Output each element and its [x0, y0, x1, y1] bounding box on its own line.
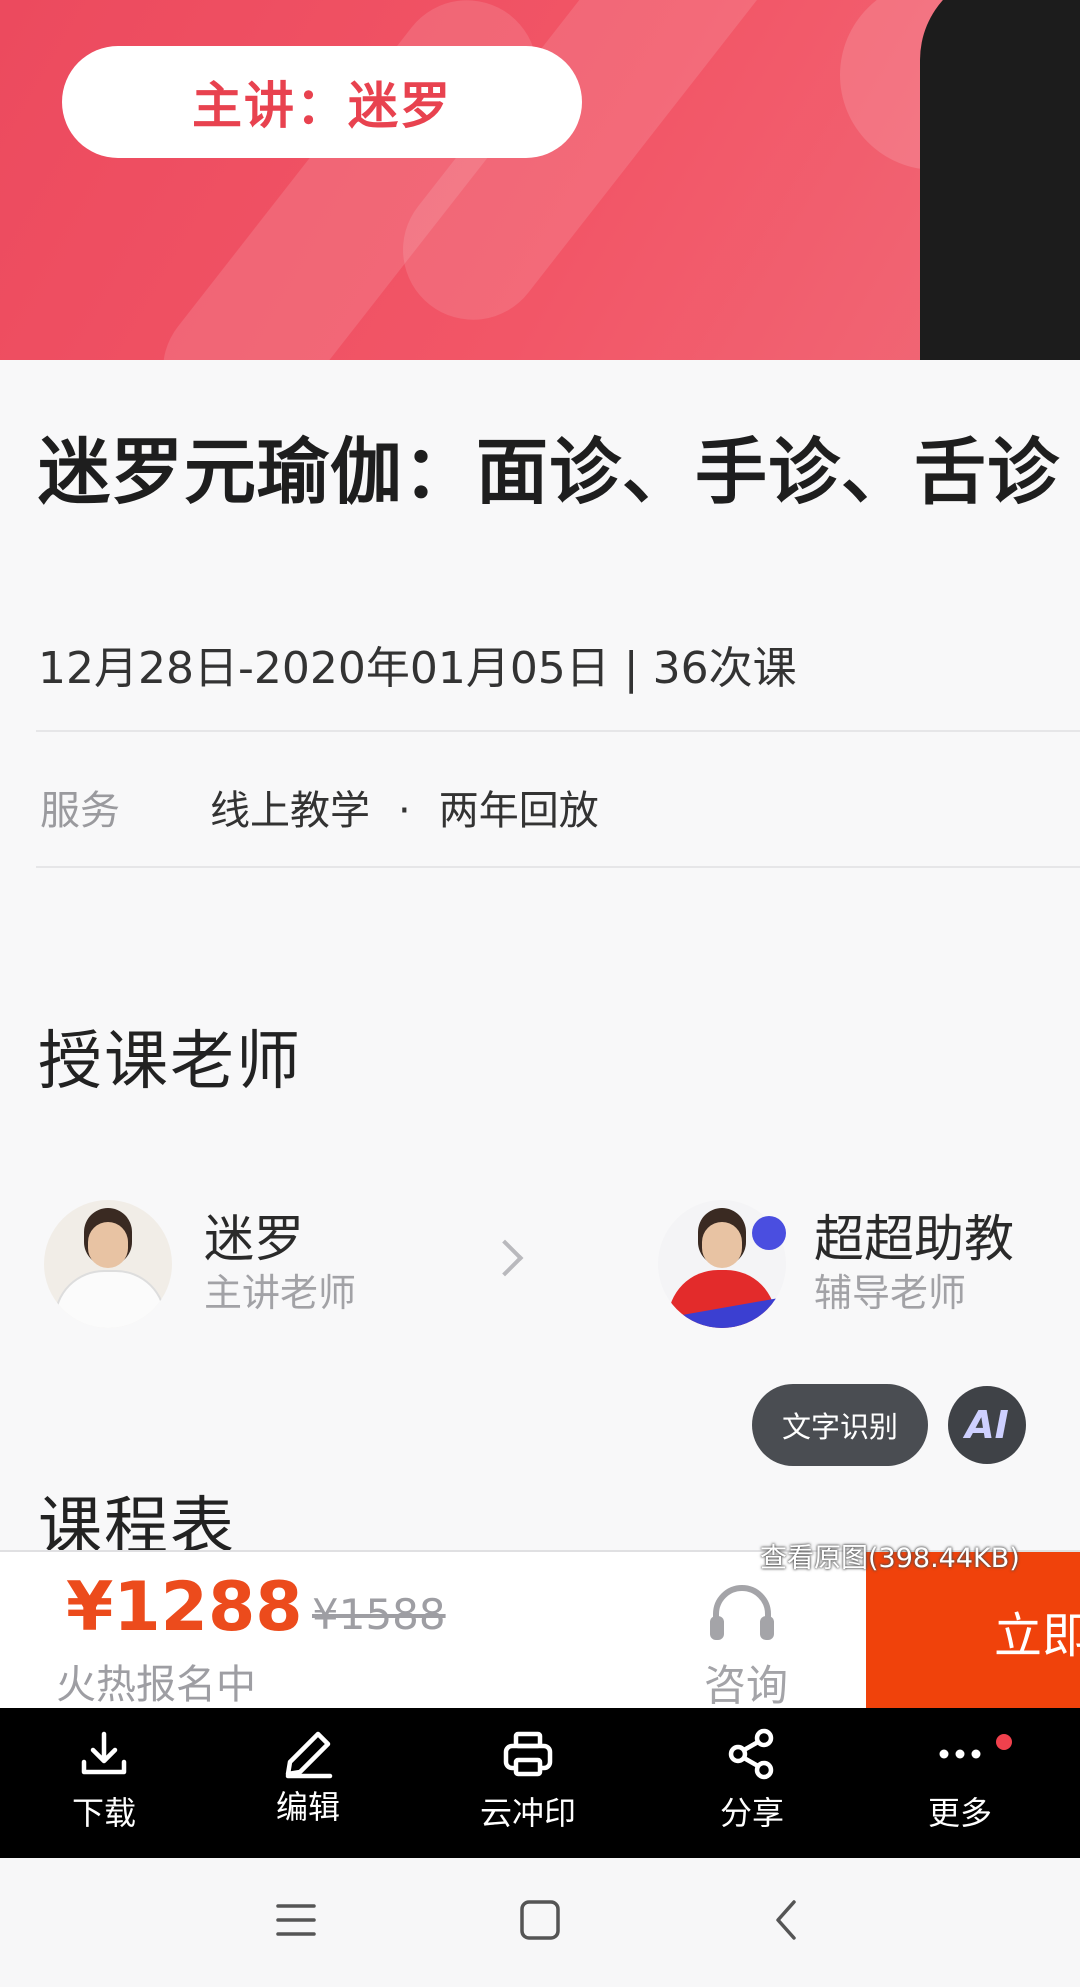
system-nav-bar: [0, 1858, 1080, 1987]
image-toolbar: 下载 编辑 云冲印 分享 更多: [0, 1708, 1080, 1858]
teacher-info: 迷罗 主讲老师: [204, 1210, 356, 1318]
course-banner: 主讲：迷罗: [0, 0, 1080, 360]
toolbar-label: 云冲印: [479, 1794, 576, 1832]
share-icon: [728, 1728, 774, 1780]
printer-icon: [503, 1731, 553, 1777]
headset-icon[interactable]: [706, 1584, 778, 1644]
service-item: 线上教学: [210, 788, 370, 834]
enroll-button[interactable]: 立即: [866, 1552, 1080, 1710]
current-price: ¥1288: [66, 1568, 303, 1647]
toolbar-label: 编辑: [275, 1788, 340, 1826]
menu-icon[interactable]: [274, 1898, 318, 1942]
teacher-role: 主讲老师: [204, 1271, 357, 1315]
separator-dot: ·: [398, 788, 411, 834]
service-list: 线上教学 · 两年回放: [210, 778, 599, 836]
avatar-face: [88, 1222, 128, 1268]
teacher-name: 迷罗: [204, 1210, 304, 1268]
course-dates: 12月28日-2020年01月05日 | 36次课: [38, 643, 797, 694]
divider: [36, 866, 1080, 868]
speaker-badge: 主讲：迷罗: [62, 46, 582, 158]
avatar-status-dot: [752, 1216, 786, 1250]
course-title: 迷罗元瑜伽：面诊、手诊、舌诊: [38, 430, 1061, 514]
teacher-card-assistant[interactable]: 超超助教 辅导老师: [658, 1200, 1014, 1328]
enrollment-status: 火热报名中: [56, 1662, 256, 1708]
share-button[interactable]: 分享: [672, 1726, 832, 1846]
toolbar-label: 下载: [71, 1794, 136, 1832]
toolbar-label: 分享: [719, 1794, 784, 1832]
divider: [36, 730, 1080, 732]
ai-icon: AI: [965, 1403, 1009, 1447]
download-button[interactable]: 下载: [24, 1726, 184, 1846]
more-icon: [939, 1749, 981, 1759]
avatar: [44, 1200, 172, 1328]
avatar-body: [54, 1270, 166, 1328]
toolbar-label: 更多: [927, 1794, 992, 1832]
original-price: ¥1588: [312, 1590, 446, 1639]
consult-button[interactable]: 咨询: [704, 1652, 788, 1713]
teacher-name: 超超助教: [814, 1210, 1014, 1268]
back-icon[interactable]: [766, 1898, 810, 1942]
more-button[interactable]: 更多: [880, 1726, 1040, 1846]
teacher-card-main[interactable]: 迷罗 主讲老师: [44, 1200, 356, 1328]
banner-speaker-photo: [920, 0, 1080, 360]
teacher-role: 辅导老师: [814, 1271, 967, 1315]
teachers-section-title: 授课老师: [38, 1025, 302, 1099]
cloud-print-button[interactable]: 云冲印: [448, 1726, 608, 1846]
chevron-right-icon[interactable]: [486, 1239, 524, 1277]
notification-dot: [996, 1734, 1012, 1750]
ai-button[interactable]: AI: [948, 1386, 1026, 1464]
service-label: 服务: [40, 788, 120, 834]
teacher-info: 超超助教 辅导老师: [814, 1210, 1014, 1318]
edit-button[interactable]: 编辑: [228, 1726, 388, 1846]
home-icon[interactable]: [518, 1898, 562, 1942]
view-original-link[interactable]: 查看原图(398.44KB): [760, 1536, 1020, 1575]
avatar-face: [702, 1222, 742, 1268]
pen-icon: [285, 1731, 333, 1779]
download-icon: [81, 1731, 127, 1775]
text-recognition-button[interactable]: 文字识别: [752, 1384, 928, 1466]
service-item: 两年回放: [438, 788, 599, 834]
